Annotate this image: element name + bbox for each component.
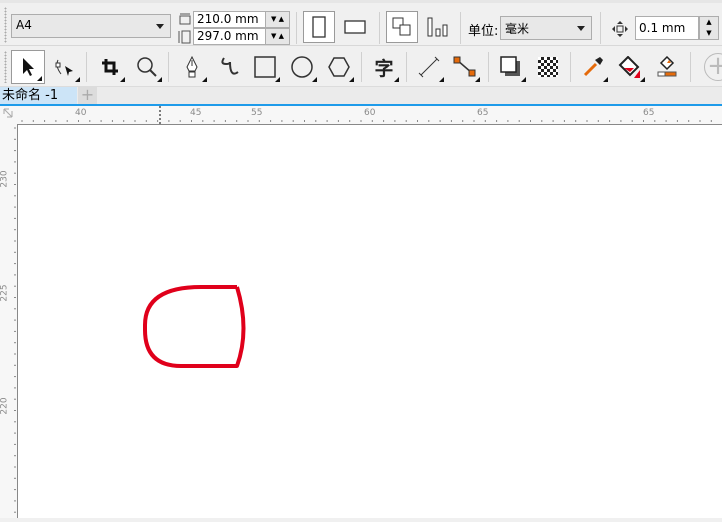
portrait-button[interactable] (303, 11, 335, 43)
page-width-height-icon (178, 13, 191, 44)
text-icon: 字 (374, 57, 394, 80)
transparency-tool[interactable] (531, 50, 565, 84)
divider (460, 12, 461, 44)
divider (168, 52, 169, 82)
interactive-fill-tool[interactable] (613, 50, 647, 84)
toolbar-grip[interactable] (4, 51, 7, 83)
current-page-icon (427, 17, 448, 37)
divider (379, 12, 380, 44)
page-height-input[interactable]: 297.0 mm (193, 28, 266, 45)
hexagon-icon (328, 57, 350, 77)
ruler-label: 65 (477, 108, 489, 118)
plus-icon: + (707, 51, 722, 81)
page-width-input[interactable]: 210.0 mm (193, 11, 266, 28)
page-size-select[interactable]: A4 (11, 14, 171, 38)
divider (570, 52, 571, 82)
polygon-tool[interactable] (322, 50, 356, 84)
ruler-origin-icon[interactable] (3, 108, 15, 120)
ruler-label: 60 (364, 108, 376, 118)
all-pages-icon (392, 17, 411, 36)
eyedropper-icon (583, 57, 603, 77)
smart-fill-icon (657, 56, 677, 77)
ruler-label: 220 (0, 397, 10, 415)
crop-icon (102, 59, 118, 75)
drop-shadow-tool[interactable] (494, 50, 528, 84)
plus-icon: + (80, 85, 95, 104)
ruler-label: 65 (643, 108, 655, 118)
divider (86, 52, 87, 82)
nudge-icon (612, 21, 628, 37)
connector-icon (453, 56, 476, 77)
landscape-icon (344, 20, 366, 34)
document-tabs: 未命名 -1 + (0, 87, 722, 106)
tab-document[interactable]: 未命名 -1 (0, 87, 77, 104)
ruler-label: 230 (0, 170, 10, 188)
toolbar-grip[interactable] (4, 7, 7, 43)
crop-tool[interactable] (93, 50, 127, 84)
new-tab-button[interactable]: + (78, 87, 97, 104)
ruler-label: 45 (190, 108, 202, 118)
canvas-drawing (143, 285, 246, 368)
current-page-button[interactable] (422, 11, 454, 43)
units-value: 毫米 (505, 22, 530, 36)
divider (361, 52, 362, 82)
dimension-line-icon (418, 56, 440, 78)
ruler-ticks (14, 127, 16, 513)
rectangle-icon (254, 56, 276, 78)
checkerboard-icon (538, 57, 558, 77)
divider (406, 52, 407, 82)
zoom-tool[interactable] (130, 50, 164, 84)
ellipse-icon (291, 56, 313, 78)
property-bar: A4 210.0 mm ▼ ▲ 297.0 mm ▼ ▲ 单位: 毫米 0.1 … (0, 0, 722, 46)
divider (296, 12, 297, 44)
ruler-label: 40 (75, 108, 87, 118)
magnifier-icon (137, 57, 157, 77)
text-tool[interactable]: 字 (367, 50, 401, 84)
dimension-tool[interactable] (412, 50, 446, 84)
vertical-ruler[interactable]: 230 225 220 (0, 106, 17, 518)
ruler-ticks (21, 106, 712, 124)
add-tool-button[interactable]: + (704, 53, 722, 81)
landscape-button[interactable] (339, 11, 371, 43)
freehand-tool[interactable] (212, 50, 246, 84)
pick-tool[interactable] (11, 50, 45, 84)
ellipse-tool[interactable] (285, 50, 319, 84)
rounded-shape[interactable] (143, 285, 246, 368)
horizontal-ruler[interactable]: 40 45 55 60 65 65 (0, 106, 722, 124)
smart-fill-tool[interactable] (650, 50, 684, 84)
divider (488, 52, 489, 82)
page-height-spinner[interactable]: ▼ ▲ (265, 28, 290, 45)
all-pages-button[interactable] (386, 11, 418, 43)
units-select[interactable]: 毫米 (500, 16, 592, 40)
connector-tool[interactable] (448, 50, 482, 84)
portrait-icon (312, 16, 326, 38)
drawing-canvas[interactable] (17, 124, 722, 518)
nudge-spinner[interactable]: ▲ ▼ (699, 16, 719, 40)
units-label: 单位: (468, 24, 499, 39)
chevron-down-icon (156, 24, 164, 29)
freehand-curve-icon (221, 57, 239, 75)
ruler-label: 55 (251, 108, 263, 118)
shape-edit-icon (55, 59, 73, 76)
drop-shadow-icon (500, 56, 520, 76)
shape-tool[interactable] (48, 50, 82, 84)
nudge-input[interactable]: 0.1 mm (635, 16, 699, 40)
page-width-spinner[interactable]: ▼ ▲ (265, 11, 290, 28)
toolbox: 字 + (0, 47, 722, 87)
pen-nib-icon (186, 56, 198, 78)
eyedropper-tool[interactable] (576, 50, 610, 84)
fill-bucket-icon (618, 56, 640, 78)
rectangle-tool[interactable] (248, 50, 282, 84)
divider (690, 52, 691, 82)
ruler-label: 225 (0, 284, 10, 302)
divider (600, 12, 601, 44)
arrow-cursor-icon (23, 58, 34, 76)
pen-tool[interactable] (175, 50, 209, 84)
page-size-value: A4 (16, 18, 32, 32)
chevron-down-icon (577, 26, 585, 31)
